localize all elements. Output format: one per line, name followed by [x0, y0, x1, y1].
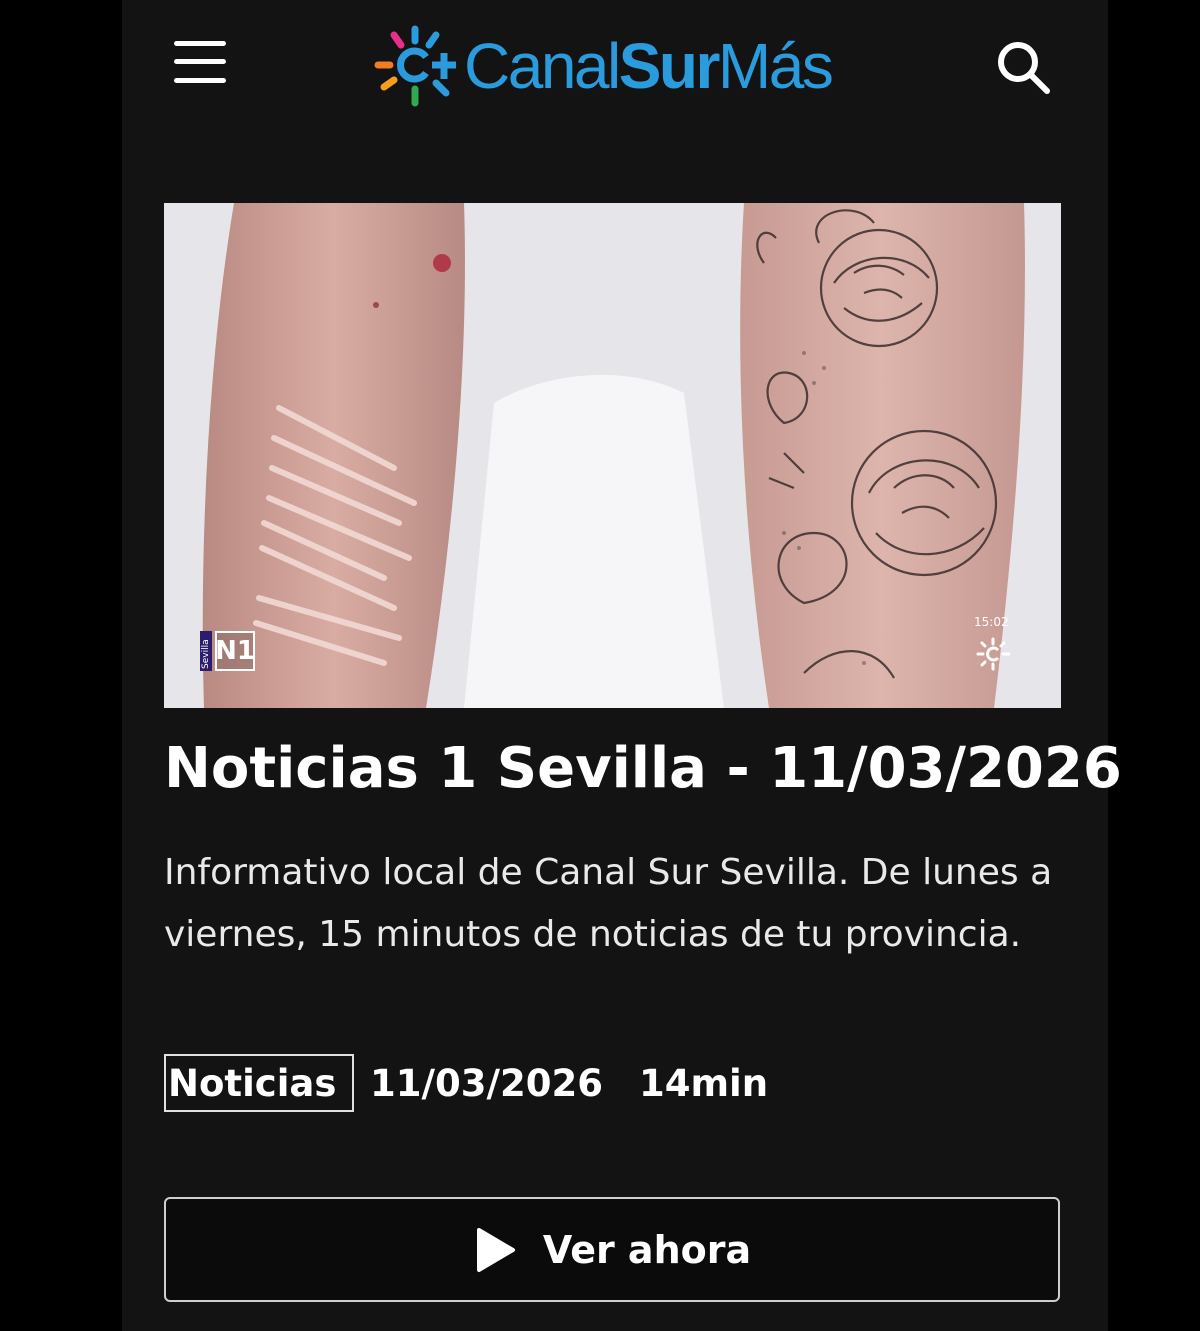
logo-text-mas: Más [717, 29, 834, 102]
menu-line [174, 78, 226, 83]
menu-line [174, 59, 226, 64]
thumbnail-image [164, 203, 1061, 708]
logo-text-canal: Canal [464, 29, 621, 102]
search-icon[interactable] [994, 38, 1054, 98]
category-tag[interactable]: Noticias [164, 1054, 354, 1112]
badge-region: Sevilla [200, 631, 212, 671]
canal-sur-mas-logo[interactable]: CanalSurMás [372, 18, 834, 113]
play-icon [476, 1227, 515, 1272]
watch-now-label: Ver ahora [542, 1227, 752, 1272]
program-duration: 14min [638, 1061, 769, 1105]
program-meta: Noticias 11/03/2026 14min [164, 1052, 768, 1114]
canal-sur-watermark-icon [976, 637, 1010, 671]
logo-wordmark: CanalSurMás [464, 34, 834, 98]
program-date: 11/03/2026 [370, 1061, 603, 1105]
broadcast-clock: 15:02 [974, 615, 1009, 629]
program-title: Noticias 1 Sevilla - 11/03/2026 [164, 736, 1122, 801]
channel-badge: Sevilla N1 [200, 631, 255, 671]
logo-text-sur: Sur [618, 29, 721, 102]
menu-line [174, 41, 226, 46]
watch-now-button[interactable]: Ver ahora [164, 1197, 1060, 1302]
program-description: Informativo local de Canal Sur Sevilla. … [164, 852, 1053, 955]
badge-label: N1 [215, 631, 255, 671]
video-thumbnail[interactable]: Sevilla N1 15:02 [164, 203, 1061, 708]
hamburger-menu-icon[interactable] [172, 38, 228, 88]
canal-sur-sun-icon [374, 25, 456, 106]
app-screen: CanalSurMás Sevilla N1 15:02 Noticias 1 … [122, 0, 1122, 1331]
